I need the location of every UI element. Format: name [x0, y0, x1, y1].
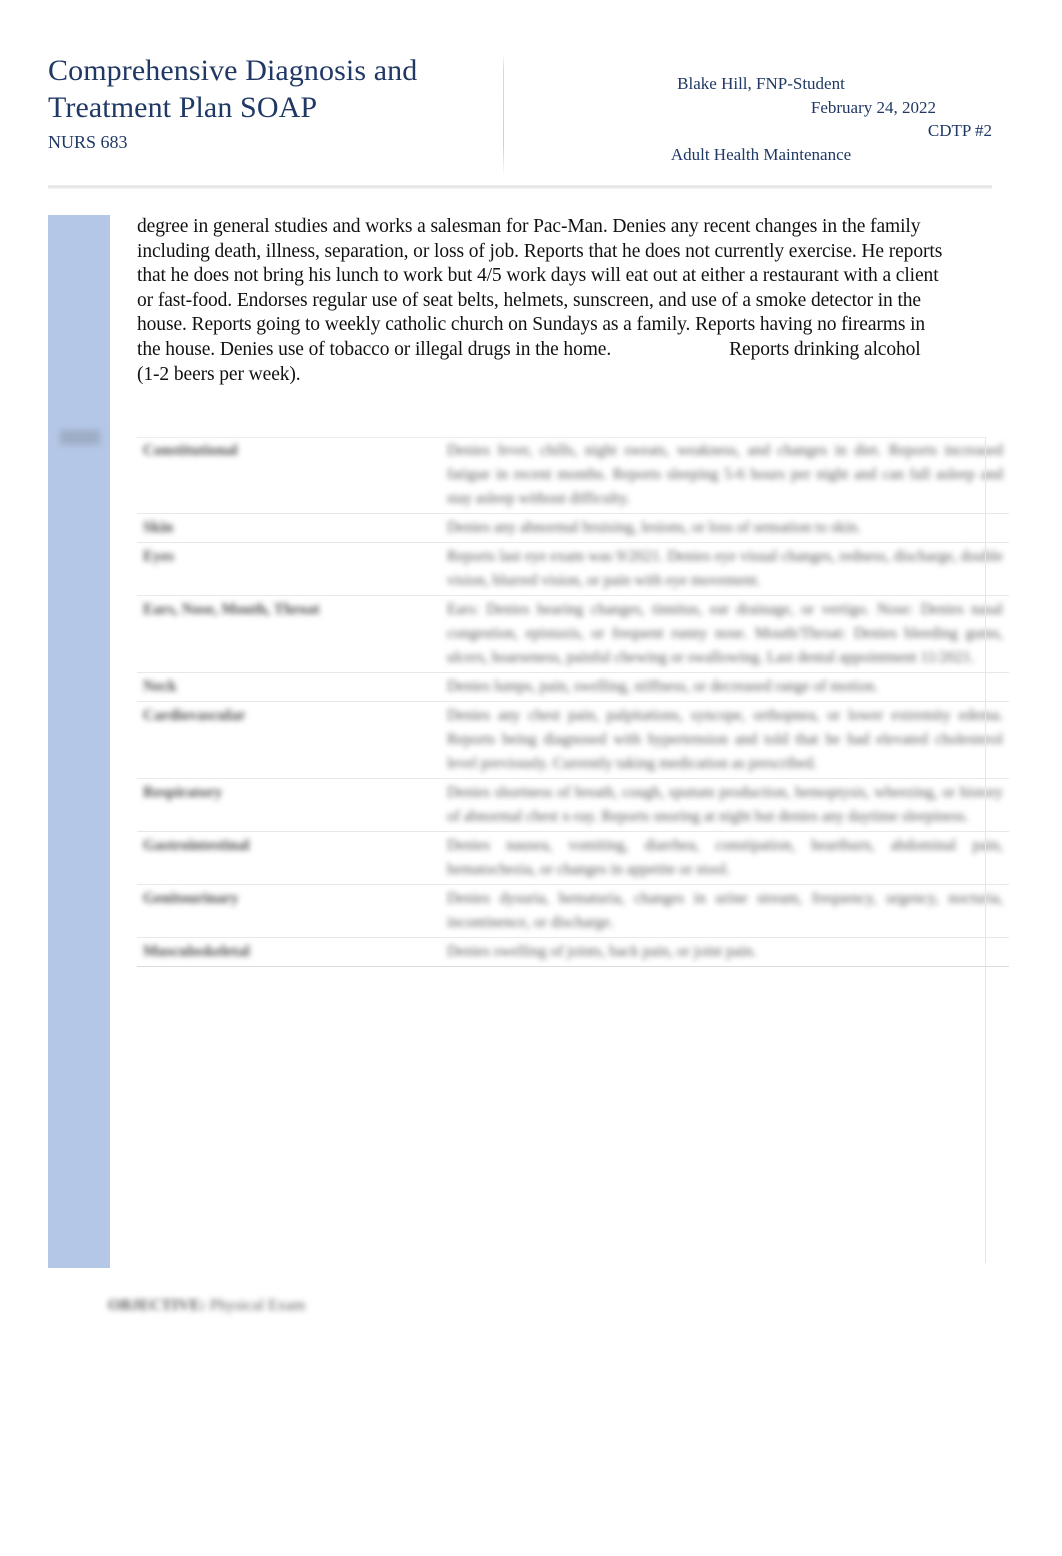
objective-label: OBJECTIVE: [108, 1297, 206, 1314]
ros-label-text: Musculoskeletal [143, 943, 250, 960]
table-row: Respiratory Denies shortness of breath, … [137, 778, 1009, 832]
table-row: Gastrointestinal Denies nausea, vomiting… [137, 831, 1009, 885]
table-row: Cardiovascular Denies any chest pain, pa… [137, 701, 1009, 779]
ros-value-text: Denies swelling of joints, back pain, or… [447, 943, 757, 960]
ros-label-text: Constitutional [143, 442, 238, 459]
ros-row-label: Ears, Nose, Mouth, Throat [137, 595, 441, 673]
ros-value-text: Denies any abnormal bruising, lesions, o… [447, 519, 861, 536]
left-accent-rail [48, 215, 110, 1268]
ros-row-label: Eyes [137, 542, 441, 596]
page-title: Comprehensive Diagnosis and Treatment Pl… [48, 54, 418, 124]
ros-label-text: Gastrointestinal [143, 837, 250, 854]
table-row: Genitourinary Denies dysuria, hematuria,… [137, 884, 1009, 938]
ros-row-value: Ears: Denies hearing changes, tinnitus, … [441, 595, 1009, 673]
ros-row-value: Denies dysuria, hematuria, changes in ur… [441, 884, 1009, 938]
ros-row-label: Cardiovascular [137, 701, 441, 779]
ros-row-label: Neck [137, 672, 441, 702]
header-horizontal-rule [48, 185, 992, 189]
ros-row-value: Denies shortness of breath, cough, sputu… [441, 778, 1009, 832]
ros-row-value: Denies swelling of joints, back pain, or… [441, 937, 1009, 967]
ros-value-text: Denies lumps, pain, swelling, stiffness,… [447, 678, 879, 695]
rail-redacted-mark [60, 430, 100, 445]
course-code: NURS 683 [48, 132, 128, 152]
ros-label-text: Cardiovascular [143, 707, 246, 724]
ros-value-text: Reports last eye exam was 9/2021. Denies… [447, 548, 1003, 589]
ros-value-text: Denies any chest pain, palpitations, syn… [447, 707, 1003, 772]
author-name: Blake Hill, FNP-Student [677, 74, 845, 93]
table-row: Musculoskeletal Denies swelling of joint… [137, 937, 1009, 967]
ros-row-label: Skin [137, 513, 441, 543]
ros-label-text: Neck [143, 678, 177, 695]
table-row: Neck Denies lumps, pain, swelling, stiff… [137, 672, 1009, 702]
objective-text: Physical Exam [209, 1297, 306, 1314]
table-row: Constitutional Denies fever, chills, nig… [137, 437, 1009, 514]
document-topic: Adult Health Maintenance [670, 144, 852, 164]
ros-value-text: Denies nausea, vomiting, diarrhea, const… [447, 837, 1003, 878]
table-row: Eyes Reports last eye exam was 9/2021. D… [137, 542, 1009, 596]
ros-row-label: Gastrointestinal [137, 831, 441, 885]
ros-label-text: Genitourinary [143, 890, 239, 907]
ros-row-label: Musculoskeletal [137, 937, 441, 967]
ros-value-text: Denies fever, chills, night sweats, weak… [447, 442, 1003, 507]
ros-row-label: Respiratory [137, 778, 441, 832]
ros-row-value: Denies any chest pain, palpitations, syn… [441, 701, 1009, 779]
ros-row-value: Denies lumps, pain, swelling, stiffness,… [441, 672, 1009, 702]
ros-row-value: Denies fever, chills, night sweats, weak… [441, 437, 1009, 514]
review-of-systems-table: Constitutional Denies fever, chills, nig… [137, 437, 1009, 967]
ros-row-value: Denies nausea, vomiting, diarrhea, const… [441, 831, 1009, 885]
social-history-paragraph: degree in general studies and works a sa… [137, 215, 947, 387]
table-row: Ears, Nose, Mouth, Throat Ears: Denies h… [137, 595, 1009, 673]
objective-section-heading: OBJECTIVE: Physical Exam [108, 1295, 305, 1317]
ros-label-text: Ears, Nose, Mouth, Throat [143, 601, 320, 618]
header-right-block: Blake Hill, FNP-Student February 24, 202… [504, 52, 992, 166]
assignment-label: CDTP #2 [927, 121, 992, 140]
ros-row-label: Constitutional [137, 437, 441, 514]
ros-row-value: Reports last eye exam was 9/2021. Denies… [441, 542, 1009, 596]
ros-row-value: Denies any abnormal bruising, lesions, o… [441, 513, 1009, 543]
ros-value-text: Denies shortness of breath, cough, sputu… [447, 784, 1003, 825]
ros-value-text: Ears: Denies hearing changes, tinnitus, … [447, 601, 1003, 666]
header-left-block: Comprehensive Diagnosis and Treatment Pl… [48, 52, 503, 154]
document-date: February 24, 2022 [810, 97, 936, 117]
ros-value-text: Denies dysuria, hematuria, changes in ur… [447, 890, 1003, 931]
ros-row-label: Genitourinary [137, 884, 441, 938]
ros-label-text: Respiratory [143, 784, 223, 801]
table-row: Skin Denies any abnormal bruising, lesio… [137, 513, 1009, 543]
ros-table-body: Constitutional Denies fever, chills, nig… [137, 437, 1009, 967]
ros-label-text: Eyes [143, 548, 174, 565]
document-page: Comprehensive Diagnosis and Treatment Pl… [0, 0, 1062, 1556]
document-header: Comprehensive Diagnosis and Treatment Pl… [48, 52, 992, 182]
ros-label-text: Skin [143, 519, 174, 536]
